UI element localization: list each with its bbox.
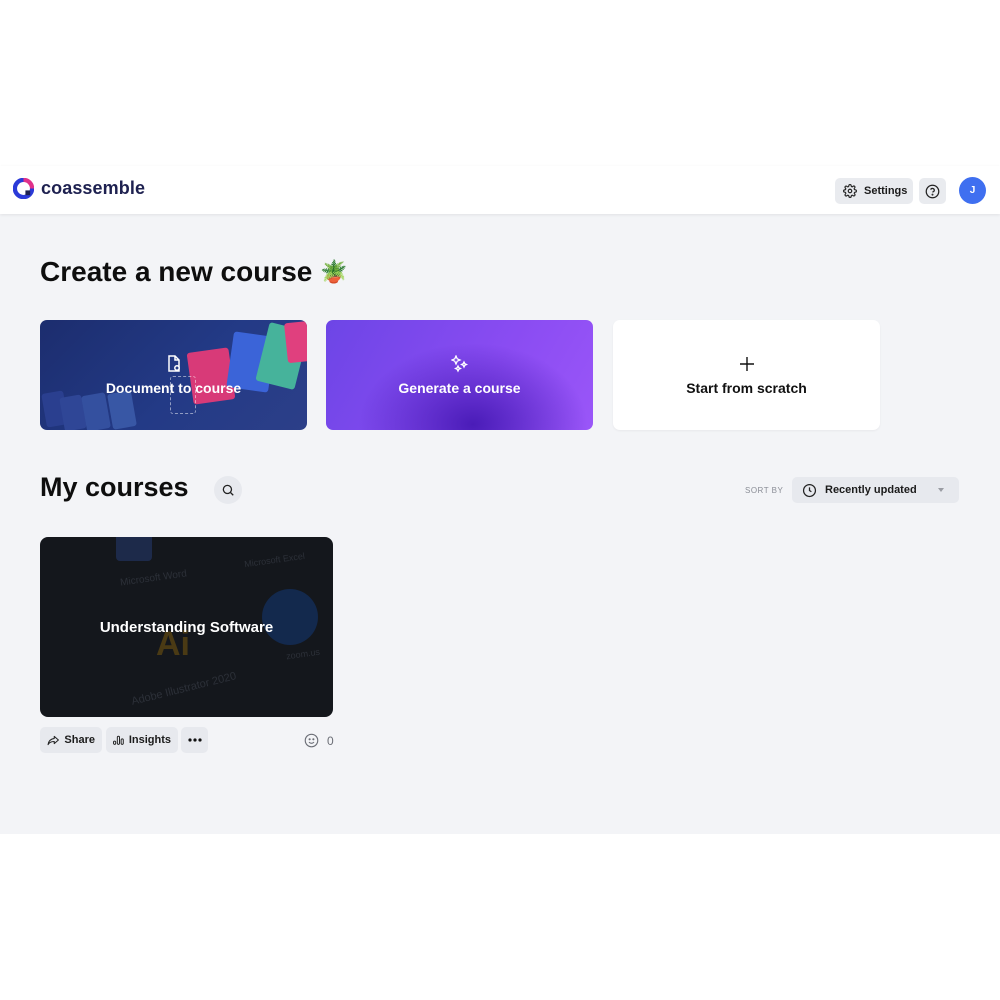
sort-value: Recently updated [825, 484, 917, 496]
logo[interactable]: coassemble [13, 178, 145, 199]
share-label: Share [64, 734, 95, 746]
document-to-course-card[interactable]: Document to course [40, 320, 307, 430]
question-circle-icon [925, 184, 940, 198]
create-section-title: Create a new course 🪴 [40, 256, 348, 288]
settings-label: Settings [864, 185, 908, 197]
chevron-down-icon [938, 488, 944, 492]
document-to-course-label: Document to course [105, 380, 242, 396]
top-bar: coassemble Settings J [0, 166, 1000, 214]
course-reactions[interactable]: 0 [304, 733, 334, 748]
ellipsis-icon [187, 738, 202, 742]
smiley-icon [304, 733, 319, 748]
background-text: Microsoft Excel [243, 550, 306, 570]
bar-chart-icon [113, 735, 124, 745]
brand-name: coassemble [41, 178, 146, 198]
decorative-slide [81, 392, 111, 430]
start-from-scratch-label: Start from scratch [686, 380, 807, 396]
reactions-count: 0 [327, 733, 334, 748]
course-search-button[interactable] [214, 476, 242, 504]
settings-button[interactable]: Settings [835, 178, 913, 204]
share-icon [47, 735, 59, 745]
help-button[interactable] [919, 178, 946, 204]
insights-button[interactable]: Insights [106, 727, 178, 753]
decorative-slide [283, 320, 307, 364]
course-title: Understanding Software [99, 618, 274, 636]
more-options-button[interactable] [181, 727, 208, 753]
plus-icon [739, 354, 755, 374]
background-text: Microsoft Word [119, 568, 188, 589]
app-window: coassemble Settings J Create a new cours… [0, 166, 1000, 834]
zoom-logo-icon [262, 589, 318, 645]
course-card[interactable]: Microsoft Word Microsoft Excel Ai zoom.u… [40, 537, 333, 717]
search-icon [222, 484, 234, 496]
start-from-scratch-card[interactable]: Start from scratch [613, 320, 880, 430]
gear-icon [843, 184, 857, 198]
insights-label: Insights [128, 734, 171, 746]
document-icon [166, 354, 182, 374]
generate-course-card[interactable]: Generate a course [326, 320, 593, 430]
clock-icon [802, 483, 817, 497]
coassemble-logo-icon [13, 178, 34, 199]
background-text: Adobe Illustrator 2020 [130, 670, 238, 708]
share-button[interactable]: Share [40, 727, 102, 753]
plant-emoji-icon: 🪴 [320, 259, 348, 284]
decorative-slide [107, 390, 137, 430]
word-logo-icon [116, 537, 152, 561]
my-courses-title: My courses [40, 472, 189, 502]
generate-course-label: Generate a course [398, 380, 521, 396]
sort-by-label: SORT BY [745, 486, 784, 495]
background-text: zoom.us [285, 646, 321, 662]
sparkles-icon [450, 354, 469, 374]
sort-dropdown[interactable]: Recently updated [792, 477, 959, 503]
user-avatar[interactable]: J [959, 177, 986, 204]
create-title-text: Create a new course [40, 256, 313, 287]
